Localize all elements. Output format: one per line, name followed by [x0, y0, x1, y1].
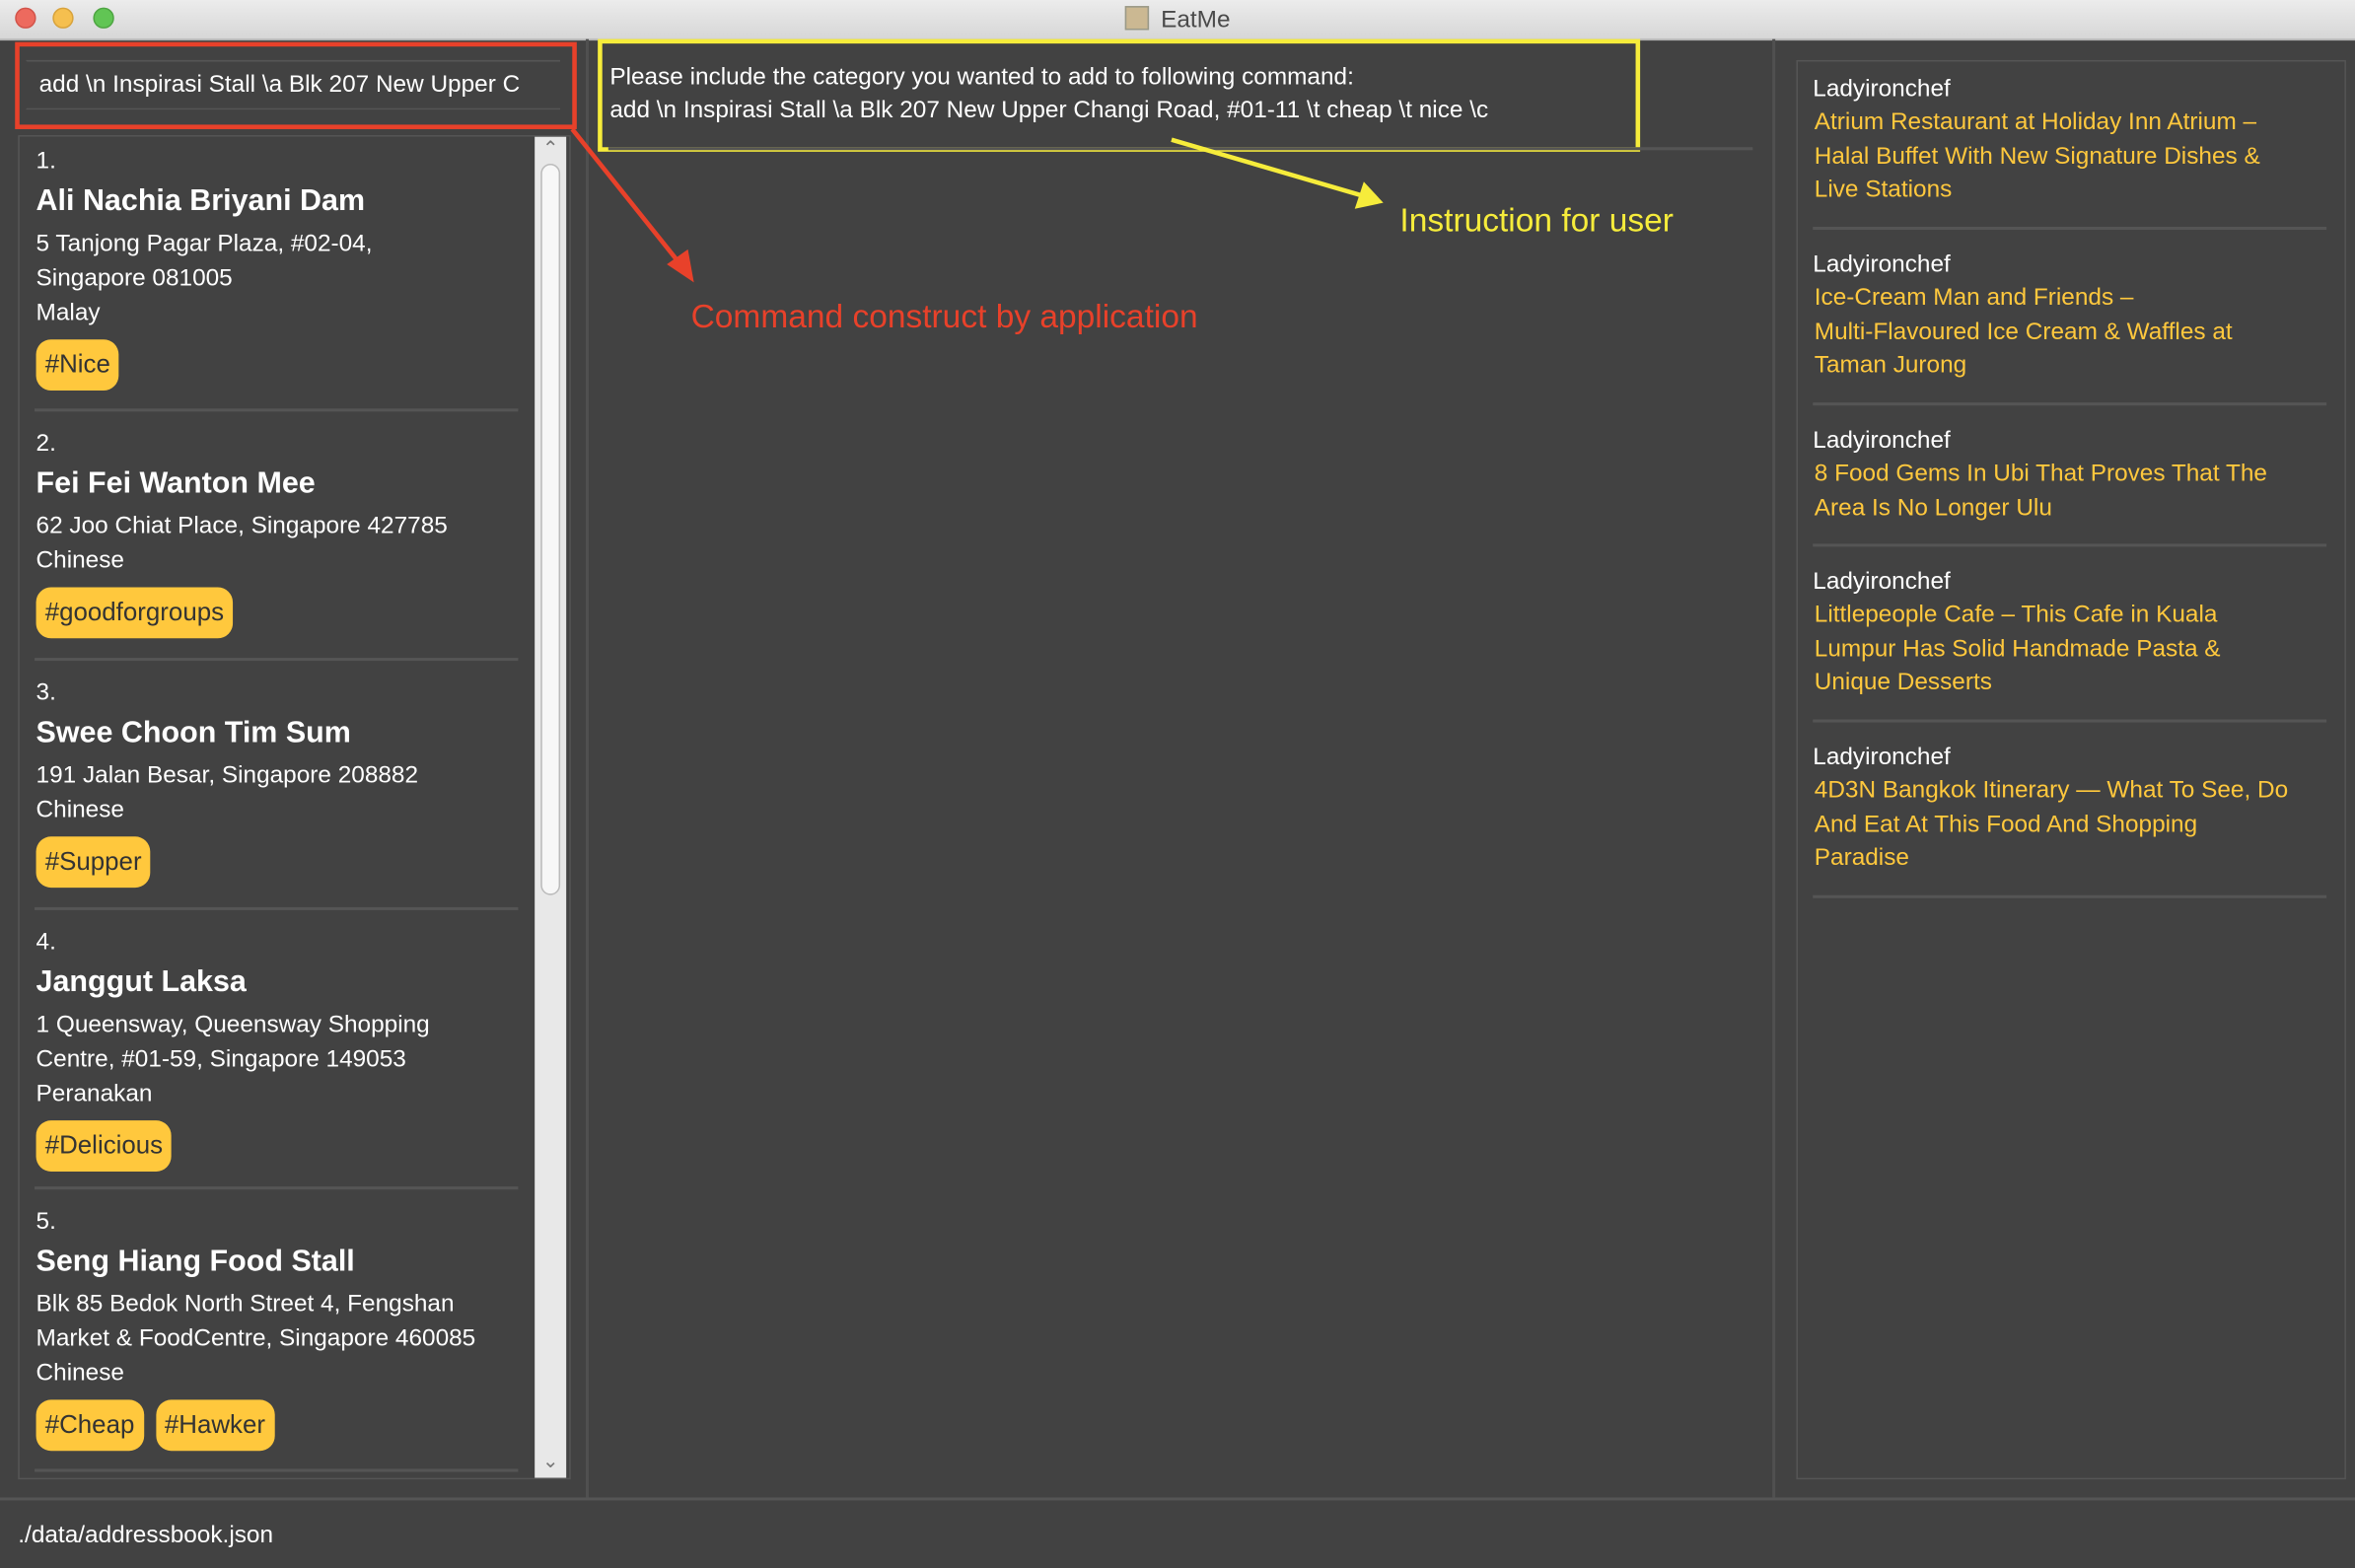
instruction-arrow — [1171, 137, 1362, 198]
eatme-window: EatMe 1.Ali Nachia Briyani Dam5 Tanjong … — [0, 0, 2355, 1568]
instruction-annotation-label: Instruction for user — [1399, 201, 1674, 240]
command-annotation-label: Command construct by application — [690, 297, 1198, 335]
command-arrow — [570, 127, 682, 266]
annotation-arrows — [570, 127, 1384, 283]
